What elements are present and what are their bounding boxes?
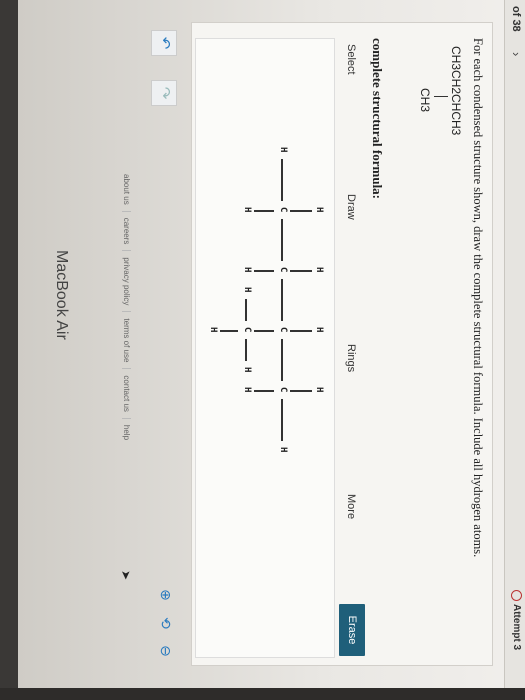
footer-link-terms[interactable]: terms of use — [122, 312, 131, 370]
attempt-label: Attempt 3 — [511, 604, 522, 651]
atom-hydrogen: H — [314, 387, 324, 393]
atom-hydrogen: H — [314, 327, 324, 333]
top-bar: of 38 › Attempt 3 — [504, 0, 525, 688]
atom-hydrogen: H — [242, 287, 252, 293]
page-canvas: of 38 › Attempt 3 For each condensed str… — [18, 0, 525, 688]
bond — [281, 399, 283, 441]
bond — [245, 339, 247, 361]
branch-bond — [434, 96, 448, 97]
bond — [290, 390, 312, 392]
branch-group: CH3 — [418, 88, 432, 113]
atom-carbon: C — [242, 327, 252, 333]
footer-links: about uscareersprivacy policyterms of us… — [122, 168, 137, 446]
condensed-formula: CH3CH2CHCH3 — [449, 46, 463, 135]
next-chevron-icon[interactable]: › — [509, 52, 524, 56]
bond — [254, 270, 274, 272]
bond — [245, 299, 247, 321]
atom-hydrogen: H — [242, 207, 252, 213]
footer-link-help[interactable]: help — [122, 419, 131, 446]
bond — [290, 270, 312, 272]
attempt-icon — [511, 590, 522, 601]
footer-link-careers[interactable]: careers — [122, 211, 131, 252]
drawing-canvas[interactable]: H H H H H C C C C H H H H H C H H — [195, 38, 335, 658]
bond — [281, 279, 283, 321]
atom-hydrogen: H — [242, 267, 252, 273]
bond — [254, 210, 274, 212]
footer-link-privacy[interactable]: privacy policy — [122, 251, 131, 313]
atom-carbon: C — [278, 327, 288, 333]
mouse-cursor-icon: ➤ — [119, 570, 133, 581]
laptop-bezel-bottom — [0, 688, 525, 700]
atom-hydrogen: H — [208, 327, 218, 333]
atom-hydrogen: H — [314, 207, 324, 213]
bond — [281, 339, 283, 381]
atom-carbon: C — [278, 207, 288, 213]
editor-toolbar: Select Draw Rings More Erase — [335, 38, 365, 656]
zoom-out-icon[interactable]: ⊖ — [155, 640, 177, 662]
bond — [281, 219, 283, 261]
rings-tool[interactable]: Rings — [345, 344, 357, 372]
draw-tool[interactable]: Draw — [345, 194, 357, 220]
page-indicator: of 38 — [510, 6, 522, 32]
atom-hydrogen: H — [242, 387, 252, 393]
question-prompt: For each condensed structure shown, draw… — [471, 38, 485, 558]
device-brand: MacBook Air — [53, 250, 70, 340]
atom-hydrogen: H — [278, 147, 288, 153]
atom-hydrogen: H — [278, 447, 288, 453]
bond — [290, 330, 312, 332]
footer-link-contact[interactable]: contact us — [122, 369, 131, 419]
bond — [254, 390, 274, 392]
bond — [290, 210, 312, 212]
laptop-bezel — [0, 0, 18, 700]
zoom-in-icon[interactable]: ⊕ — [155, 584, 177, 606]
erase-button[interactable]: Erase — [339, 604, 365, 656]
formula-text: CH3CH2CHCH3 — [449, 46, 463, 136]
screen: of 38 › Attempt 3 For each condensed str… — [18, 0, 525, 688]
redo-icon[interactable]: ↷ — [151, 80, 177, 106]
more-tool[interactable]: More — [345, 494, 357, 519]
atom-carbon: C — [278, 387, 288, 393]
structural-formula-label: complete structural formula: — [370, 38, 385, 200]
select-tool[interactable]: Select — [345, 44, 357, 75]
bond — [220, 330, 238, 332]
footer-link-about[interactable]: about us — [122, 168, 131, 212]
atom-hydrogen: H — [314, 267, 324, 273]
bond — [281, 159, 283, 201]
zoom-reset-icon[interactable]: ⟲ — [155, 612, 177, 634]
undo-icon[interactable]: ↶ — [151, 30, 177, 56]
bond — [254, 330, 274, 332]
atom-hydrogen: H — [242, 367, 252, 373]
atom-carbon: C — [278, 267, 288, 273]
